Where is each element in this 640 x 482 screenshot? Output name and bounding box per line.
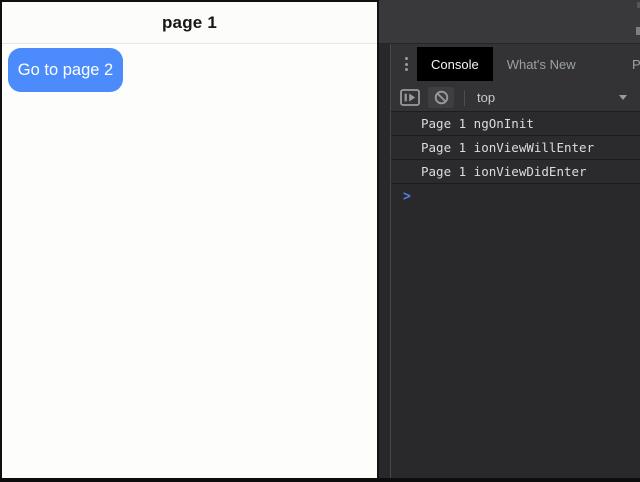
app-content: Go to page 2: [2, 44, 377, 477]
caret-down-icon[interactable]: [619, 95, 627, 100]
javascript-context-selector[interactable]: top: [477, 90, 495, 105]
page-title: page 1: [162, 13, 217, 33]
tab-whats-new[interactable]: What's New: [493, 47, 590, 81]
go-to-page-2-button[interactable]: Go to page 2: [8, 48, 123, 92]
console-message: Page 1 ionViewWillEnter: [391, 136, 640, 160]
screenshot-root: page 1 Go to page 2 Console What's New P: [0, 0, 640, 482]
console-message: Page 1 ionViewDidEnter: [391, 160, 640, 184]
app-page: page 1 Go to page 2: [0, 0, 377, 478]
console-toolbar: top: [391, 84, 640, 112]
page-devtools-divider: [377, 0, 390, 478]
console-sidebar-toggle-icon[interactable]: [400, 89, 420, 106]
console-message: Page 1 ngOnInit: [391, 112, 640, 136]
devtools-top-strip: [379, 0, 640, 44]
console-log: Page 1 ngOnInit Page 1 ionViewWillEnter …: [391, 112, 640, 208]
devtools-panel: Console What's New P top: [390, 44, 640, 478]
toolbar-separator: [464, 90, 465, 106]
app-header: page 1: [2, 2, 377, 44]
clipped-ui-fragment: [636, 27, 640, 35]
tab-clipped[interactable]: P: [632, 47, 640, 81]
console-prompt-input[interactable]: >: [391, 184, 640, 208]
prompt-chevron-icon: >: [403, 188, 411, 205]
block-icon[interactable]: [428, 87, 454, 108]
tab-console[interactable]: Console: [417, 47, 493, 81]
devtools-tabbar: Console What's New P: [391, 44, 640, 84]
more-options-icon[interactable]: [395, 49, 417, 79]
